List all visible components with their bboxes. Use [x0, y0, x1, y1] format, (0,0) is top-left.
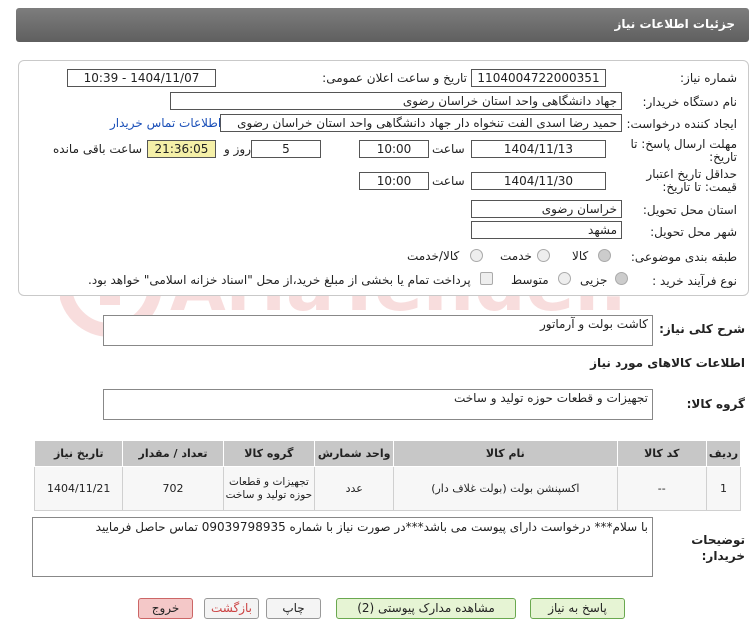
col-row-number: ردیف — [706, 440, 741, 467]
category-option-service-label: خدمت — [500, 249, 532, 263]
days-label: روز و — [224, 142, 251, 156]
category-label: طبقه بندی موضوعی: — [630, 250, 737, 264]
days-field: 5 — [251, 140, 321, 158]
cell-goods-name: اکسپنشن بولت (بولت غلاف دار) — [393, 466, 618, 511]
treasury-payment-note: پرداخت تمام یا بخشی از مبلغ خرید،از محل … — [88, 273, 471, 287]
buyer-org-label: نام دستگاه خریدار: — [642, 95, 738, 109]
delivery-province-field: خراسان رضوی — [471, 200, 622, 218]
items-table-header-row: تاریخ نیاز تعداد / مقدار گروه کالا واحد … — [33, 440, 741, 467]
page-title: جزئیات اطلاعات نیاز — [614, 17, 735, 31]
validity-time-field: 10:00 — [359, 172, 429, 190]
response-time-label: ساعت — [432, 142, 465, 156]
col-unit: واحد شمارش — [314, 440, 395, 467]
col-need-date: تاریخ نیاز — [33, 440, 124, 467]
summary-field: کاشت بولت و آرماتور — [103, 315, 653, 346]
cell-need-date: 1404/11/21 — [33, 466, 124, 511]
process-option-medium-label: متوسط — [511, 273, 549, 287]
process-type-label: نوع فرآیند خرید : — [652, 274, 737, 288]
items-table: تاریخ نیاز تعداد / مقدار گروه کالا واحد … — [33, 440, 741, 511]
col-goods-code: کد کالا — [616, 440, 708, 467]
summary-label: شرح کلی نیاز: — [659, 322, 745, 336]
cell-goods-group: تجهیزات و قطعات حوزه تولید و ساخت — [222, 466, 316, 511]
back-button[interactable]: بازگشت — [204, 598, 259, 619]
reply-button[interactable]: پاسخ به نیاز — [530, 598, 625, 619]
need-number-label: شماره نیاز: — [680, 71, 737, 85]
page-header: جزئیات اطلاعات نیاز — [16, 8, 749, 42]
category-option-goods-radio[interactable] — [598, 249, 611, 262]
exit-button[interactable]: خروج — [138, 598, 193, 619]
response-deadline-label: مهلت ارسال پاسخ: تا تاریخ: — [630, 137, 737, 164]
attachments-button[interactable]: مشاهده مدارک پیوستی (2) — [336, 598, 516, 619]
buyer-org-field: جهاد دانشگاهی واحد استان خراسان رضوی — [170, 92, 622, 110]
goods-group-field: تجهیزات و قطعات حوزه تولید و ساخت — [103, 389, 653, 420]
goods-info-title: اطلاعات کالاهای مورد نیاز — [590, 356, 745, 370]
announce-datetime-label: تاریخ و ساعت اعلان عمومی: — [322, 71, 467, 85]
validity-date-field: 1404/11/30 — [471, 172, 606, 190]
table-row: 1404/11/21 702 تجهیزات و قطعات حوزه تولی… — [33, 466, 741, 511]
delivery-city-field: مشهد — [471, 221, 622, 239]
col-quantity: تعداد / مقدار — [122, 440, 224, 467]
category-option-goods-label: کالا — [572, 249, 589, 263]
response-time-field: 10:00 — [359, 140, 429, 158]
category-option-both-label: کالا/خدمت — [407, 249, 460, 263]
buyer-notes-field: با سلام*** درخواست دارای پیوست می باشد**… — [32, 517, 653, 577]
announce-datetime-field: 1404/11/07 - 10:39 — [67, 69, 216, 87]
col-goods-name: نام کالا — [393, 440, 618, 467]
buyer-contact-link[interactable]: اطلاعات تماس خریدار — [110, 116, 221, 130]
process-option-partial-radio[interactable] — [615, 272, 628, 285]
remaining-label: ساعت باقی مانده — [53, 142, 143, 156]
delivery-province-label: استان محل تحویل: — [642, 203, 737, 217]
cell-row-number: 1 — [706, 466, 741, 511]
buyer-notes-label: توضیحات خریدار: — [691, 533, 745, 563]
process-option-partial-label: جزیی — [580, 273, 608, 287]
process-option-medium-radio[interactable] — [558, 272, 571, 285]
col-goods-group: گروه کالا — [222, 440, 316, 467]
delivery-city-label: شهر محل تحویل: — [650, 225, 737, 239]
cell-goods-code: -- — [616, 466, 708, 511]
requester-field: حمید رضا اسدی الفت تنخواه دار جهاد دانشگ… — [220, 114, 622, 132]
cell-unit: عدد — [314, 466, 395, 511]
need-number-field: 1104004722000351 — [471, 69, 606, 87]
validity-time-label: ساعت — [432, 174, 465, 188]
category-option-service-radio[interactable] — [537, 249, 550, 262]
requester-label: ایجاد کننده درخواست: — [626, 117, 737, 131]
category-option-both-radio[interactable] — [470, 249, 483, 262]
treasury-payment-checkbox[interactable] — [480, 272, 493, 285]
price-validity-label: حداقل تاریخ اعتبار قیمت: تا تاریخ: — [646, 167, 737, 194]
print-button[interactable]: چاپ — [266, 598, 321, 619]
goods-group-label: گروه کالا: — [686, 397, 745, 411]
remaining-time-field: 21:36:05 — [147, 140, 216, 158]
cell-quantity: 702 — [122, 466, 224, 511]
response-date-field: 1404/11/13 — [471, 140, 606, 158]
